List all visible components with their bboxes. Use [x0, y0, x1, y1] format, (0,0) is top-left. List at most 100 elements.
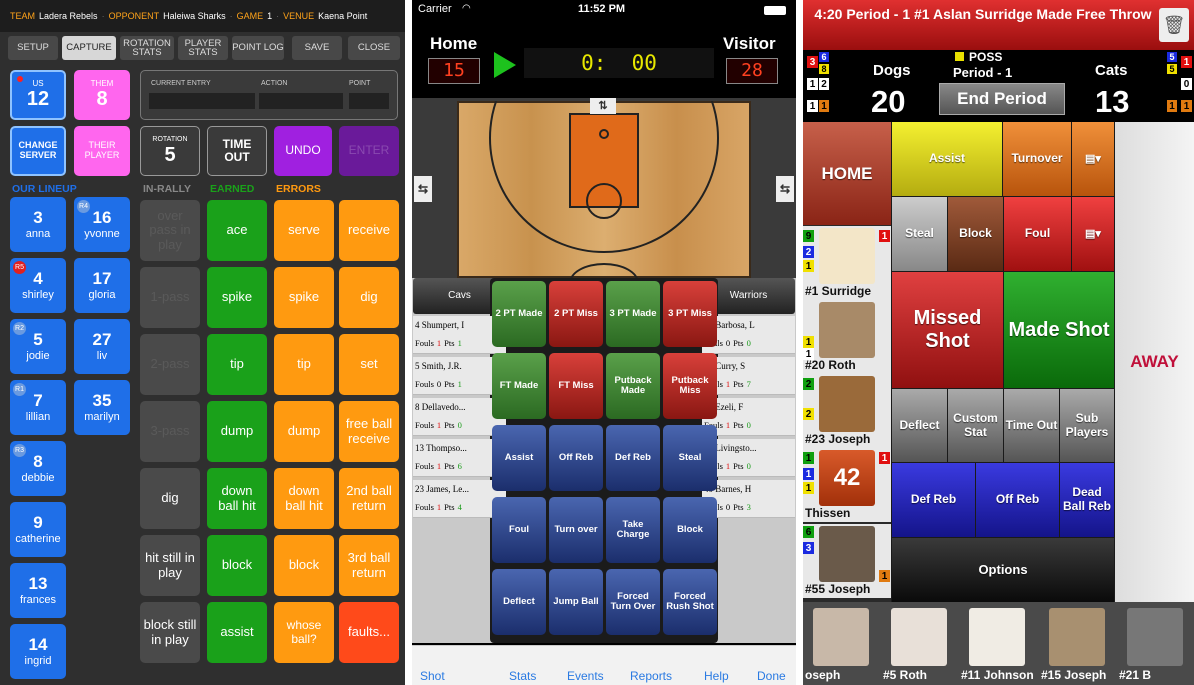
footer-done-link[interactable]: Done: [757, 669, 786, 683]
def-reb-button[interactable]: Def Reb: [892, 463, 975, 537]
action-forced-rush-shot-button[interactable]: Forced Rush Shot: [663, 569, 717, 635]
game-clock[interactable]: 0: 00: [524, 48, 714, 78]
action-take-charge-button[interactable]: Take Charge: [606, 497, 660, 563]
errors-b-button-faults-[interactable]: faults...: [339, 602, 399, 663]
rotation-button[interactable]: ROTATION 5: [140, 126, 200, 176]
home-team-button[interactable]: HOME: [803, 122, 891, 225]
errors-a-button-tip[interactable]: tip: [274, 334, 334, 395]
bench-player[interactable]: #21 B: [1117, 604, 1193, 685]
earned-button-spike[interactable]: spike: [207, 267, 267, 328]
enter-button[interactable]: ENTER: [339, 126, 399, 176]
player-button-ingrid[interactable]: 14 ingrid: [10, 624, 66, 679]
footer-stats-link[interactable]: Stats: [509, 669, 536, 683]
custom-stat-button[interactable]: Custom Stat: [948, 389, 1003, 462]
player-button-jodie[interactable]: 5 jodie R2: [10, 319, 66, 374]
player-button-liv[interactable]: 27 liv: [74, 319, 130, 374]
bench-player[interactable]: oseph: [803, 604, 879, 685]
made-shot-button[interactable]: Made Shot: [1004, 272, 1114, 388]
tab-point-log[interactable]: POINT LOG: [232, 36, 284, 60]
dead-ball-reb-button[interactable]: Dead Ball Reb: [1060, 463, 1114, 537]
steal-button[interactable]: Steal: [892, 197, 947, 271]
errors-b-button-receive[interactable]: receive: [339, 200, 399, 261]
errors-b-button-set[interactable]: set: [339, 334, 399, 395]
action-putback-made-button[interactable]: Putback Made: [606, 353, 660, 419]
player-button-lillian[interactable]: 7 lillian R1: [10, 380, 66, 435]
swap-left-icon[interactable]: ⇆: [414, 176, 432, 202]
deflect-button[interactable]: Deflect: [892, 389, 947, 462]
action-def-reb-button[interactable]: Def Reb: [606, 425, 660, 491]
action-steal-button[interactable]: Steal: [663, 425, 717, 491]
footer-help-link[interactable]: Help: [704, 669, 729, 683]
away-team-button[interactable]: AWAY: [1115, 122, 1194, 602]
errors-b-button-dig[interactable]: dig: [339, 267, 399, 328]
player-card[interactable]: #20 Roth: [803, 300, 891, 374]
action-2-pt-miss-button[interactable]: 2 PT Miss: [549, 281, 603, 347]
player-button-marilyn[interactable]: 35 marilyn: [74, 380, 130, 435]
player-button-debbie[interactable]: 8 debbie R3: [10, 441, 66, 496]
inrally-button-hit-still-in-play[interactable]: hit still in play: [140, 535, 200, 596]
player-button-shirley[interactable]: 4 shirley R5: [10, 258, 66, 313]
inrally-button-over-pass-in-play[interactable]: over pass in play: [140, 200, 200, 261]
their-player-button[interactable]: THEIR PLAYER: [74, 126, 130, 176]
player-button-catherine[interactable]: 9 catherine: [10, 502, 66, 557]
action-foul-button[interactable]: Foul: [492, 497, 546, 563]
assist-button[interactable]: Assist: [892, 122, 1002, 196]
action-deflect-button[interactable]: Deflect: [492, 569, 546, 635]
change-server-button[interactable]: CHANGE SERVER: [10, 126, 66, 176]
turnover-menu-icon[interactable]: ▤▾: [1072, 122, 1114, 196]
action-jump-ball-button[interactable]: Jump Ball: [549, 569, 603, 635]
bench-player[interactable]: #11 Johnson: [959, 604, 1035, 685]
errors-a-button-dump[interactable]: dump: [274, 401, 334, 462]
player-card[interactable]: #55 Joseph: [803, 524, 891, 598]
play-icon[interactable]: [494, 52, 516, 78]
inrally-button-block-still-in-play[interactable]: block still in play: [140, 602, 200, 663]
close-button[interactable]: CLOSE: [348, 36, 400, 60]
bench-player[interactable]: #5 Roth: [881, 604, 957, 685]
action-forced-turn-over-button[interactable]: Forced Turn Over: [606, 569, 660, 635]
player-button-gloria[interactable]: 17 gloria: [74, 258, 130, 313]
bench-player[interactable]: #15 Joseph: [1039, 604, 1115, 685]
inrally-button-2-pass[interactable]: 2-pass: [140, 334, 200, 395]
us-score-button[interactable]: US 12: [10, 70, 66, 120]
foul-menu-icon[interactable]: ▤▾: [1072, 197, 1114, 271]
action-putback-miss-button[interactable]: Putback Miss: [663, 353, 717, 419]
end-period-button[interactable]: End Period: [939, 83, 1065, 115]
action-turn-over-button[interactable]: Turn over: [549, 497, 603, 563]
action-off-reb-button[interactable]: Off Reb: [549, 425, 603, 491]
inrally-button-3-pass[interactable]: 3-pass: [140, 401, 200, 462]
time-out-button[interactable]: TIME OUT: [207, 126, 267, 176]
errors-a-button-serve[interactable]: serve: [274, 200, 334, 261]
action-ft-miss-button[interactable]: FT Miss: [549, 353, 603, 419]
action-ft-made-button[interactable]: FT Made: [492, 353, 546, 419]
inrally-button-dig[interactable]: dig: [140, 468, 200, 529]
off-reb-button[interactable]: Off Reb: [976, 463, 1059, 537]
errors-b-button-2nd-ball-return[interactable]: 2nd ball return: [339, 468, 399, 529]
footer-reports-link[interactable]: Reports: [630, 669, 672, 683]
block-button[interactable]: Block: [948, 197, 1003, 271]
player-button-frances[interactable]: 13 frances: [10, 563, 66, 618]
earned-button-block[interactable]: block: [207, 535, 267, 596]
inrally-button-1-pass[interactable]: 1-pass: [140, 267, 200, 328]
sub-players-button[interactable]: Sub Players: [1060, 389, 1114, 462]
player-card[interactable]: 42 Thissen: [803, 448, 891, 522]
tab-rotation-stats[interactable]: ROTATION STATS: [120, 36, 174, 60]
trash-icon[interactable]: 🗑: [1159, 8, 1189, 42]
player-card[interactable]: #23 Joseph: [803, 374, 891, 448]
save-button[interactable]: SAVE: [292, 36, 342, 60]
options-button[interactable]: Options: [892, 538, 1114, 602]
tab-setup[interactable]: SETUP: [8, 36, 58, 60]
tab-capture[interactable]: CAPTURE: [62, 36, 116, 60]
errors-b-button-free-ball-receive[interactable]: free ball receive: [339, 401, 399, 462]
errors-a-button-block[interactable]: block: [274, 535, 334, 596]
earned-button-dump[interactable]: dump: [207, 401, 267, 462]
errors-a-button-down-ball-hit[interactable]: down ball hit: [274, 468, 334, 529]
action-3-pt-miss-button[interactable]: 3 PT Miss: [663, 281, 717, 347]
earned-button-ace[interactable]: ace: [207, 200, 267, 261]
tab-player-stats[interactable]: PLAYER STATS: [178, 36, 228, 60]
player-button-yvonne[interactable]: 16 yvonne R4: [74, 197, 130, 252]
errors-b-button-3rd-ball-return[interactable]: 3rd ball return: [339, 535, 399, 596]
errors-a-button-whose-ball-[interactable]: whose ball?: [274, 602, 334, 663]
turnover-button[interactable]: Turnover: [1003, 122, 1071, 196]
earned-button-assist[interactable]: assist: [207, 602, 267, 663]
swap-right-icon[interactable]: ⇆: [776, 176, 794, 202]
